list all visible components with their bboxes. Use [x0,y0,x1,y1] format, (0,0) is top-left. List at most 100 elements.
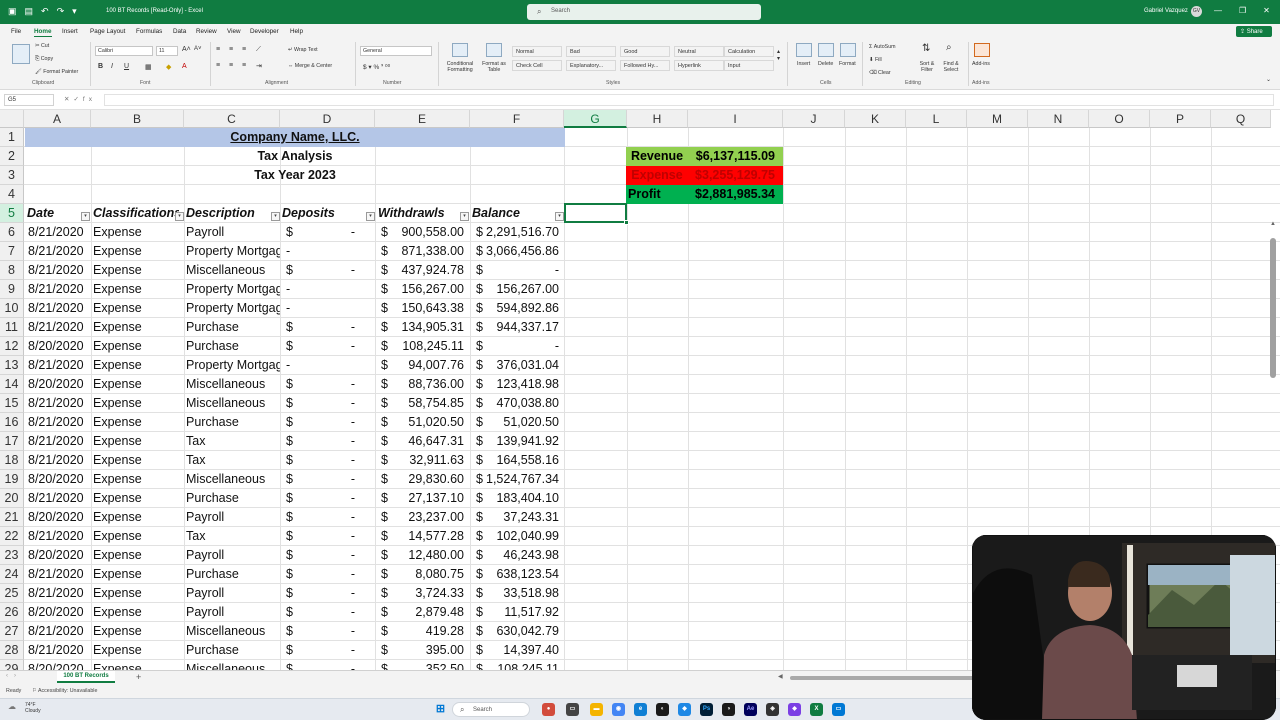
description-cell[interactable]: Miscellaneous [186,622,280,641]
column-header-a[interactable]: A [24,110,91,128]
description-cell[interactable]: Miscellaneous [186,394,280,413]
balance-cell[interactable]: 470,038.80 [486,394,559,413]
balance-cell[interactable]: 594,892.86 [486,299,559,318]
row-header-29[interactable]: 29 [0,660,24,670]
style-check-cell[interactable]: Check Cell [512,60,562,71]
add-sheet-icon[interactable]: + [136,672,141,682]
balance-cell[interactable]: 183,404.10 [486,489,559,508]
deposit-currency[interactable]: $ [286,508,298,527]
date-cell[interactable]: 8/21/2020 [28,318,91,337]
deposit-cell[interactable]: - [286,299,306,318]
classification-cell[interactable]: Expense [93,280,183,299]
classification-cell[interactable]: Expense [93,470,183,489]
delete-cells-icon[interactable] [818,43,834,57]
font-name-box[interactable]: Calibri [95,46,153,56]
tab-developer[interactable]: Developer [250,28,279,35]
photoshop-icon[interactable]: Ps [700,703,713,716]
classification-cell[interactable]: Expense [93,660,183,670]
wrap-text-button[interactable]: ↵ Wrap Text [288,47,318,53]
conditional-formatting-label[interactable]: Conditional Formatting [443,61,477,73]
edge-icon[interactable]: e [634,703,647,716]
withdrawl-currency[interactable]: $ [381,337,393,356]
deposit-currency[interactable]: $ [286,489,298,508]
row-header-27[interactable]: 27 [0,622,24,641]
date-cell[interactable]: 8/21/2020 [28,432,91,451]
row-header-26[interactable]: 26 [0,603,24,622]
horizontal-scrollbar-thumb[interactable] [790,676,980,680]
add-ins-icon[interactable] [974,43,990,57]
withdrawl-cell[interactable]: 2,879.48 [393,603,464,622]
deposit-cell[interactable]: - [300,394,355,413]
name-box[interactable]: G5 [4,94,54,106]
withdrawl-currency[interactable]: $ [381,375,393,394]
style-explanatory[interactable]: Explanatory... [566,60,616,71]
withdrawl-cell[interactable]: 352.50 [393,660,464,670]
balance-cell[interactable]: 156,267.00 [486,280,559,299]
withdrawl-currency[interactable]: $ [381,527,393,546]
deposit-currency[interactable]: $ [286,413,298,432]
avatar[interactable]: GV [1191,6,1202,17]
date-cell[interactable]: 8/21/2020 [28,356,91,375]
description-cell[interactable]: Payroll [186,508,280,527]
style-normal[interactable]: Normal [512,46,562,57]
deposit-cell[interactable]: - [300,318,355,337]
date-cell[interactable]: 8/21/2020 [28,223,91,242]
header-classifications[interactable]: Classifications [93,204,179,223]
withdrawl-cell[interactable]: 46,647.31 [393,432,464,451]
clear-button[interactable]: ⌫ Clear [869,70,891,76]
format-as-table-icon[interactable] [486,43,502,57]
withdrawl-currency[interactable]: $ [381,603,393,622]
withdrawl-cell[interactable]: 900,558.00 [393,223,464,242]
deposit-cell[interactable]: - [300,261,355,280]
tab-review[interactable]: Review [196,28,217,35]
indent-icon[interactable]: ⇥ [256,62,262,70]
date-cell[interactable]: 8/21/2020 [28,261,91,280]
description-cell[interactable]: Miscellaneous [186,470,280,489]
tab-view[interactable]: View [227,28,241,35]
balance-cell[interactable]: - [486,337,559,356]
column-header-j[interactable]: J [783,110,845,128]
deposit-cell[interactable]: - [300,546,355,565]
number-format-box[interactable]: General [360,46,432,56]
tab-page-layout[interactable]: Page Layout [90,28,125,35]
classification-cell[interactable]: Expense [93,546,183,565]
expense-label[interactable]: Expense [626,166,688,185]
deposit-currency[interactable]: $ [286,432,298,451]
balance-cell[interactable]: 164,558.16 [486,451,559,470]
classification-cell[interactable]: Expense [93,584,183,603]
deposit-currency[interactable]: $ [286,584,298,603]
withdrawl-currency[interactable]: $ [381,565,393,584]
date-cell[interactable]: 8/21/2020 [28,622,91,641]
column-header-f[interactable]: F [470,110,564,128]
delete-cells-label[interactable]: Delete [818,61,833,67]
column-header-d[interactable]: D [280,110,375,128]
row-header-19[interactable]: 19 [0,470,24,489]
deposit-currency[interactable]: $ [286,603,298,622]
withdrawl-cell[interactable]: 8,080.75 [393,565,464,584]
filter-dropdown-icon[interactable]: ▾ [271,212,280,221]
description-cell[interactable]: Miscellaneous [186,660,280,670]
row-header-14[interactable]: 14 [0,375,24,394]
description-cell[interactable]: Tax [186,432,280,451]
deposit-cell[interactable]: - [300,641,355,660]
find-select-label[interactable]: Find & Select [938,61,964,73]
align-middle-icon[interactable]: ≡ [229,46,233,53]
withdrawl-currency[interactable]: $ [381,546,393,565]
withdrawl-cell[interactable]: 395.00 [393,641,464,660]
app-icon[interactable]: ◆ [678,703,691,716]
row-header-28[interactable]: 28 [0,641,24,660]
description-cell[interactable]: Payroll [186,223,280,242]
format-cells-icon[interactable] [840,43,856,57]
classification-cell[interactable]: Expense [93,527,183,546]
font-color-icon[interactable]: A [182,63,187,70]
style-input[interactable]: Input [724,60,774,71]
classification-cell[interactable]: Expense [93,432,183,451]
italic-icon[interactable]: I [111,63,113,70]
row-header-9[interactable]: 9 [0,280,24,299]
row-header-7[interactable]: 7 [0,242,24,261]
format-as-table-label[interactable]: Format as Table [480,61,508,73]
deposit-currency[interactable]: $ [286,660,298,670]
date-cell[interactable]: 8/20/2020 [28,603,91,622]
align-top-icon[interactable]: ≡ [216,46,220,53]
deposit-cell[interactable]: - [300,603,355,622]
